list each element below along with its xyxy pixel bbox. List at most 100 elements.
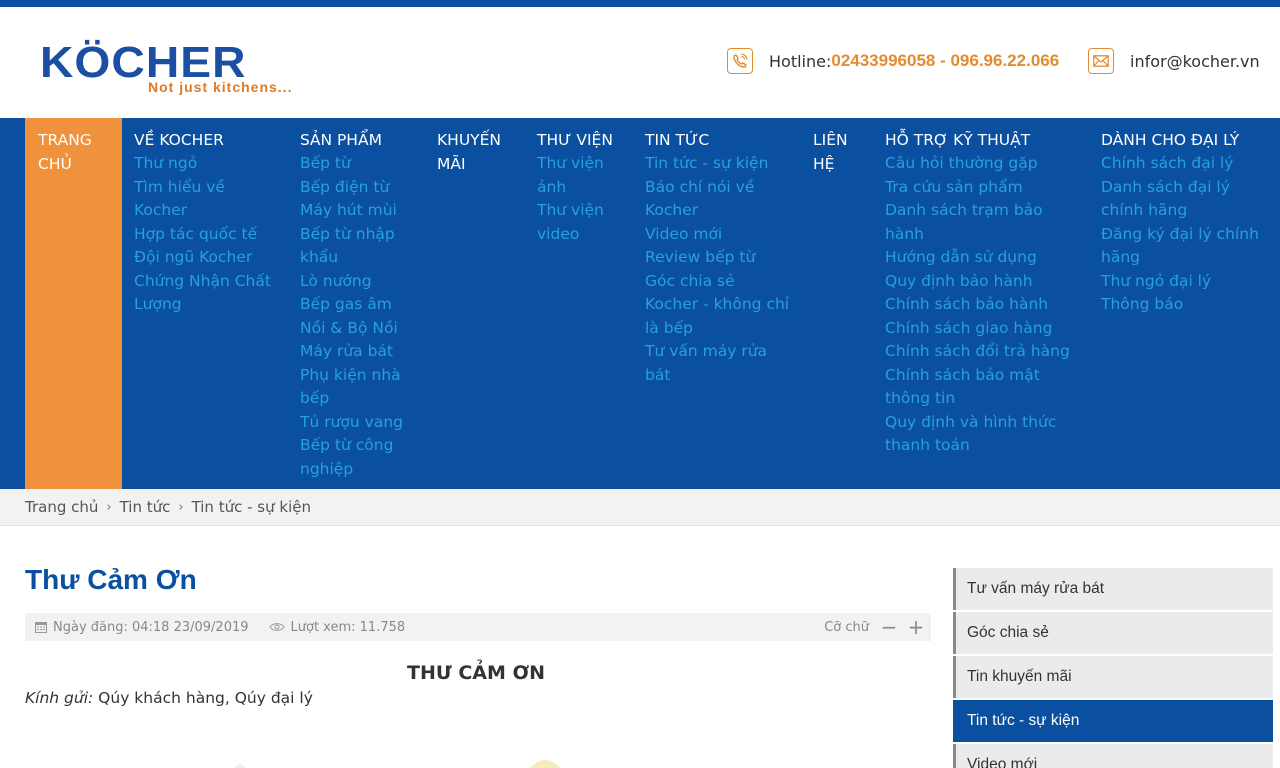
submenu-link[interactable]: Kocher - không chỉ là bếp: [645, 293, 790, 340]
submenu-link[interactable]: Bếp gas âm: [300, 293, 410, 317]
submenu-link[interactable]: Bếp điện từ: [300, 176, 410, 200]
breadcrumb: Trang chủ › Tin tức › Tin tức - sự kiện: [0, 489, 1280, 526]
top-accent-bar: [0, 0, 1280, 7]
submenu-link[interactable]: Nồi & Bộ Nồi: [300, 317, 410, 341]
nav-support-submenu: Câu hỏi thường gặp Tra cứu sản phẩm Danh…: [885, 152, 1070, 458]
submenu-link[interactable]: Câu hỏi thường gặp: [885, 152, 1070, 176]
submenu-link[interactable]: Hướng dẫn sử dụng: [885, 246, 1070, 270]
sidebar-item-dishwasher-advice[interactable]: Tư vấn máy rửa bát: [953, 568, 1273, 610]
breadcrumb-current[interactable]: Tin tức - sự kiện: [192, 498, 311, 516]
submenu-link[interactable]: Video mới: [645, 223, 790, 247]
nav-dealer-submenu: Chính sách đại lý Danh sách đại lý chính…: [1101, 152, 1261, 317]
nav-col-contact: LIÊN HỆ: [813, 118, 863, 489]
greeting-label: Kính gửi:: [25, 689, 94, 707]
font-size-control: Cỡ chữ − +: [824, 613, 931, 641]
nav-home-label[interactable]: TRANG CHỦ: [25, 128, 115, 176]
nav-item-news[interactable]: TIN TỨC: [645, 128, 790, 152]
post-date-text: Ngày đăng: 04:18 23/09/2019: [53, 619, 249, 635]
nav-products-submenu: Bếp từ Bếp điện từ Máy hút mùi Bếp từ nh…: [300, 152, 410, 481]
sidebar-item-news-events[interactable]: Tin tức - sự kiện: [953, 700, 1273, 742]
view-count: Lượt xem: 11.758: [268, 619, 406, 635]
submenu-link[interactable]: Đăng ký đại lý chính hãng: [1101, 223, 1261, 270]
submenu-link[interactable]: Bếp từ nhập khẩu: [300, 223, 410, 270]
submenu-link[interactable]: Quy định và hình thức thanh toán: [885, 411, 1070, 458]
nav-col-dealer: DÀNH CHO ĐẠI LÝ Chính sách đại lý Danh s…: [1101, 118, 1261, 489]
submenu-link[interactable]: Tìm hiểu về Kocher: [134, 176, 234, 223]
nav-item-library[interactable]: THƯ VIỆN: [537, 128, 627, 152]
nav-col-support: HỖ TRỢ KỸ THUẬT Câu hỏi thường gặp Tra c…: [885, 118, 1070, 489]
submenu-link[interactable]: Bếp từ: [300, 152, 410, 176]
submenu-link[interactable]: Thư viện ảnh: [537, 152, 627, 199]
nav-item-about[interactable]: VỀ KOCHER: [134, 128, 284, 152]
submenu-link[interactable]: Chứng Nhận Chất Lượng: [134, 270, 274, 317]
sidebar-item-new-videos[interactable]: Video mới: [953, 744, 1273, 768]
submenu-link[interactable]: Review bếp từ: [645, 246, 790, 270]
nav-news-submenu: Tin tức - sự kiện Báo chí nói về Kocher …: [645, 152, 790, 387]
article-meta-bar: Ngày đăng: 04:18 23/09/2019 Lượt xem: 11…: [25, 613, 931, 641]
font-size-label: Cỡ chữ: [824, 619, 869, 635]
nav-library-submenu: Thư viện ảnh Thư viện video: [537, 152, 627, 246]
submenu-link[interactable]: Thông báo: [1101, 293, 1261, 317]
post-date: Ngày đăng: 04:18 23/09/2019: [35, 620, 249, 635]
submenu-link[interactable]: Lò nướng: [300, 270, 410, 294]
article-greeting: Kính gửi: Qúy khách hàng, Qúy đại lý: [25, 689, 313, 707]
sidebar-item-promotions[interactable]: Tin khuyến mãi: [953, 656, 1273, 698]
submenu-link[interactable]: Thư viện video: [537, 199, 627, 246]
nav-item-home[interactable]: TRANG CHỦ: [25, 118, 122, 489]
breadcrumb-home[interactable]: Trang chủ: [25, 498, 98, 516]
nav-item-dealer[interactable]: DÀNH CHO ĐẠI LÝ: [1101, 128, 1261, 152]
calendar-icon: [35, 622, 47, 633]
email-address[interactable]: infor@kocher.vn: [1130, 52, 1260, 71]
submenu-link[interactable]: Chính sách bảo mật thông tin: [885, 364, 1070, 411]
submenu-link[interactable]: Báo chí nói về Kocher: [645, 176, 790, 223]
submenu-link[interactable]: Tin tức - sự kiện: [645, 152, 790, 176]
submenu-link[interactable]: Phụ kiện nhà bếp: [300, 364, 410, 411]
hotline-numbers[interactable]: 02433996058 - 096.96.22.066: [831, 51, 1059, 71]
phone-icon: [727, 48, 753, 74]
submenu-link[interactable]: Tra cứu sản phẩm: [885, 176, 1070, 200]
article-heading: THƯ CẢM ƠN: [407, 662, 546, 684]
nav-item-contact[interactable]: LIÊN HỆ: [813, 128, 863, 176]
submenu-link[interactable]: Tủ rượu vang: [300, 411, 410, 435]
submenu-link[interactable]: Danh sách trạm bảo hành: [885, 199, 1070, 246]
submenu-link[interactable]: Máy rửa bát: [300, 340, 410, 364]
view-count-text: Lượt xem: 11.758: [290, 619, 406, 635]
submenu-link[interactable]: Thư ngỏ: [134, 152, 284, 176]
submenu-link[interactable]: Hợp tác quốc tế: [134, 223, 284, 247]
logo-tagline: Not just kitchens...: [148, 79, 293, 95]
hotline: Hotline: 02433996058 - 096.96.22.066: [727, 47, 1059, 75]
greeting-text: Qúy khách hàng, Qúy đại lý: [93, 689, 313, 707]
hotline-label: Hotline:: [769, 51, 832, 71]
submenu-link[interactable]: Chính sách đại lý: [1101, 152, 1261, 176]
submenu-link[interactable]: Bếp từ công nghiệp: [300, 434, 410, 481]
submenu-link[interactable]: Chính sách giao hàng: [885, 317, 1070, 341]
nav-col-news: TIN TỨC Tin tức - sự kiện Báo chí nói về…: [645, 118, 790, 489]
nav-col-products: SẢN PHẨM Bếp từ Bếp điện từ Máy hút mùi …: [300, 118, 410, 489]
sidebar-item-sharing[interactable]: Góc chia sẻ: [953, 612, 1273, 654]
breadcrumb-news[interactable]: Tin tức: [120, 498, 171, 516]
nav-item-promo[interactable]: KHUYẾN MÃI: [437, 128, 517, 176]
email-contact: infor@kocher.vn: [1088, 47, 1260, 75]
submenu-link[interactable]: Chính sách bảo hành: [885, 293, 1070, 317]
mail-icon: [1088, 48, 1114, 74]
breadcrumb-separator: ›: [178, 499, 184, 515]
submenu-link[interactable]: Danh sách đại lý chính hãng: [1101, 176, 1261, 223]
submenu-link[interactable]: Chính sách đổi trả hàng: [885, 340, 1070, 364]
nav-col-promo: KHUYẾN MÃI: [437, 118, 517, 489]
main-mega-menu: TRANG CHỦ VỀ KOCHER Thư ngỏ Tìm hiểu về …: [0, 118, 1280, 489]
submenu-link[interactable]: Góc chia sẻ: [645, 270, 790, 294]
font-decrease-button[interactable]: −: [877, 615, 901, 639]
nav-item-support[interactable]: HỖ TRỢ KỸ THUẬT: [885, 128, 1070, 152]
nav-item-products[interactable]: SẢN PHẨM: [300, 128, 410, 152]
font-increase-button[interactable]: +: [904, 615, 928, 639]
nav-about-submenu: Thư ngỏ Tìm hiểu về Kocher Hợp tác quốc …: [134, 152, 284, 317]
submenu-link[interactable]: Thư ngỏ đại lý: [1101, 270, 1261, 294]
news-category-sidebar: Tư vấn máy rửa bát Góc chia sẻ Tin khuyế…: [953, 568, 1273, 768]
nav-col-about: VỀ KOCHER Thư ngỏ Tìm hiểu về Kocher Hợp…: [134, 118, 284, 489]
submenu-link[interactable]: Máy hút mùi: [300, 199, 410, 223]
kocher-logo[interactable]: KÖCHER Not just kitchens...: [40, 41, 305, 101]
submenu-link[interactable]: Đội ngũ Kocher: [134, 246, 284, 270]
submenu-link[interactable]: Quy định bảo hành: [885, 270, 1070, 294]
eye-icon: [268, 623, 285, 631]
submenu-link[interactable]: Tư vấn máy rửa bát: [645, 340, 790, 387]
